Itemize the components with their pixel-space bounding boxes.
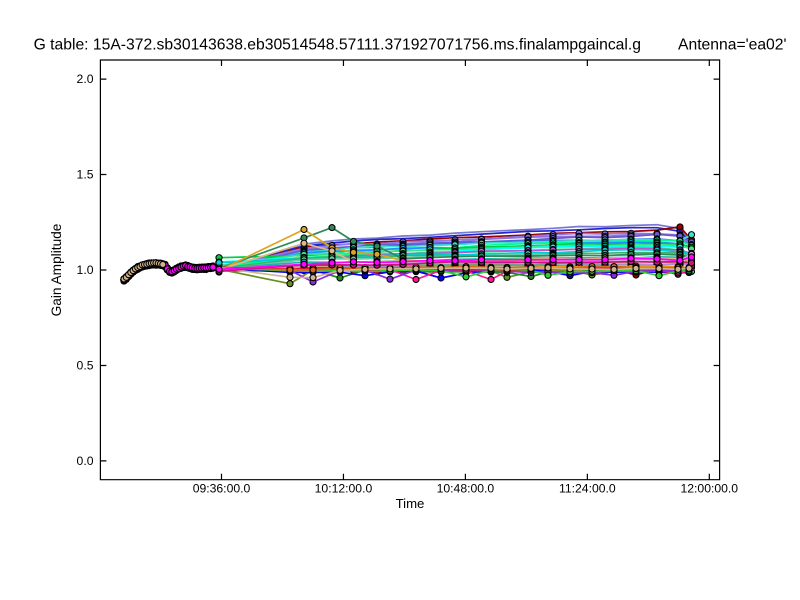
svg-text:09:36:00.0: 09:36:00.0 [193,482,251,496]
svg-text:Antenna='ea02': Antenna='ea02' [678,37,787,54]
svg-text:0.5: 0.5 [77,359,94,373]
svg-text:1.0: 1.0 [77,263,94,277]
svg-text:G table: 15A-372.sb30143638.eb: G table: 15A-372.sb30143638.eb30514548.5… [34,37,641,54]
svg-text:11:24:00.0: 11:24:00.0 [559,482,616,496]
svg-text:Gain Amplitude: Gain Amplitude [49,224,64,317]
svg-text:10:48:00.0: 10:48:00.0 [437,482,495,496]
svg-text:10:12:00.0: 10:12:00.0 [315,482,373,496]
svg-text:12:00:00.0: 12:00:00.0 [680,482,738,496]
svg-text:0.0: 0.0 [77,454,94,468]
svg-text:2.0: 2.0 [77,72,94,86]
svg-text:Time: Time [396,496,425,511]
svg-text:1.5: 1.5 [77,168,94,182]
